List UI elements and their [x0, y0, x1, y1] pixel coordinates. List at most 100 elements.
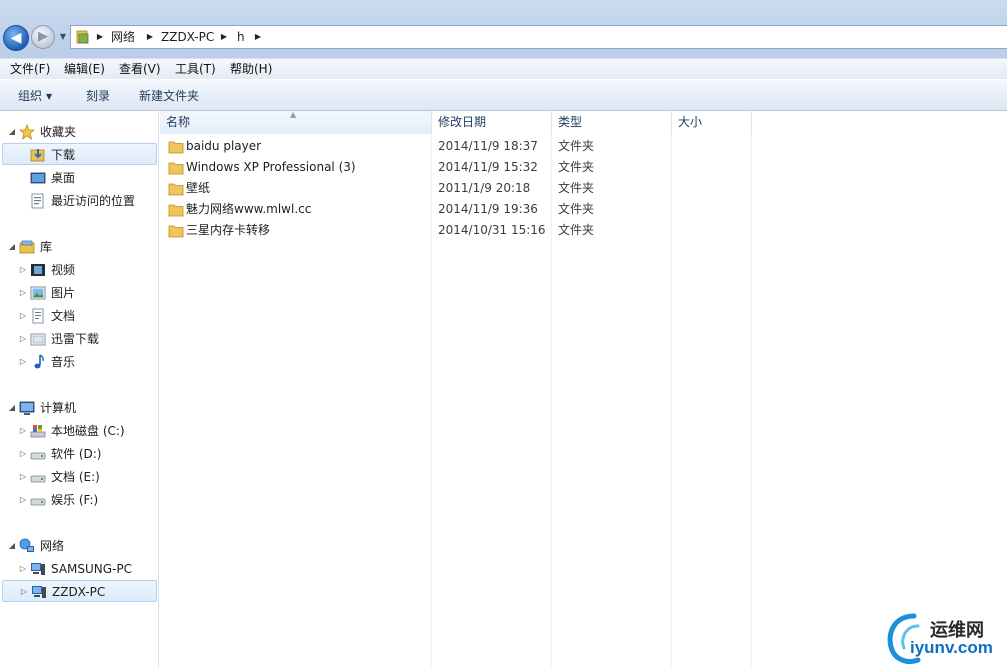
- desktop-icon: [30, 172, 46, 184]
- file-name: 壁纸: [186, 181, 211, 195]
- file-row[interactable]: baidu player 2014/11/9 18:37 文件夹: [160, 136, 1007, 157]
- menu-help[interactable]: 帮助(H): [230, 61, 272, 78]
- breadcrumb-folder[interactable]: h: [237, 29, 245, 45]
- organize-button[interactable]: 组织 ▼: [18, 88, 52, 104]
- system-drive-icon: [30, 425, 46, 438]
- nav-item-drive-e[interactable]: ▷ 文档 (E:): [0, 466, 158, 488]
- breadcrumb-network[interactable]: 网络: [111, 29, 135, 45]
- nav-favorites[interactable]: ◢ 收藏夹: [0, 121, 158, 143]
- expand-arrow-icon[interactable]: ▷: [18, 351, 28, 373]
- back-arrow-icon: ◀: [10, 30, 22, 46]
- computer-icon: [19, 401, 35, 415]
- nav-item-music[interactable]: ▷ 音乐: [0, 351, 158, 373]
- nav-item-drive-f[interactable]: ▷ 娱乐 (F:): [0, 489, 158, 511]
- file-name: Windows XP Professional (3): [186, 160, 356, 174]
- expand-arrow-icon[interactable]: ▷: [18, 328, 28, 350]
- nav-item-pictures[interactable]: ▷ 图片: [0, 282, 158, 304]
- download-folder-icon: [30, 149, 45, 162]
- watermark-logo: 运维网 iyunv.com: [880, 610, 1007, 668]
- navigation-pane[interactable]: ◢ 收藏夹 下载 桌面 最近访问的位置 ◢ 库 ▷ 视频 ▷ 图片 ▷ 文档 ▷…: [0, 111, 159, 668]
- forward-button[interactable]: ▶: [31, 25, 55, 49]
- breadcrumb-separator-icon[interactable]: ▶: [95, 30, 105, 44]
- network-folder-icon: [76, 30, 89, 44]
- expand-arrow-icon[interactable]: ▷: [18, 282, 28, 304]
- menu-view[interactable]: 查看(V): [119, 61, 161, 78]
- breadcrumb-separator-icon[interactable]: ▶: [219, 30, 229, 44]
- collapse-arrow-icon[interactable]: ◢: [7, 397, 17, 419]
- breadcrumb-separator-icon[interactable]: ▶: [145, 30, 155, 44]
- recent-places-icon: [31, 193, 44, 209]
- recent-pages-dropdown[interactable]: ▼: [58, 31, 68, 43]
- file-date: 2011/1/9 20:18: [438, 181, 531, 195]
- nav-item-videos[interactable]: ▷ 视频: [0, 259, 158, 281]
- nav-item-documents[interactable]: ▷ 文档: [0, 305, 158, 327]
- file-name: baidu player: [186, 139, 262, 153]
- collapse-arrow-icon[interactable]: ◢: [7, 121, 17, 143]
- file-type: 文件夹: [558, 160, 595, 174]
- expand-arrow-icon[interactable]: ▷: [18, 420, 28, 442]
- library-folder-icon: [30, 333, 46, 346]
- star-icon: [19, 124, 35, 140]
- nav-item-desktop[interactable]: 桌面: [0, 167, 158, 189]
- nav-network[interactable]: ◢ 网络: [0, 535, 158, 557]
- burn-button[interactable]: 刻录: [86, 88, 110, 104]
- watermark-url: iyunv.com: [910, 638, 993, 657]
- file-type: 文件夹: [558, 181, 595, 195]
- menu-file[interactable]: 文件(F): [10, 61, 50, 78]
- file-date: 2014/11/9 15:32: [438, 160, 538, 174]
- nav-item-recent-places[interactable]: 最近访问的位置: [0, 190, 158, 212]
- file-name: 魅力网络www.mlwl.cc: [186, 202, 312, 216]
- title-bar: ◀ ▶ ▼ ▶ 网络 ▶ ZZDX-PC ▶ h ▶: [0, 0, 1007, 58]
- file-date: 2014/11/9 18:37: [438, 139, 538, 153]
- music-icon: [34, 354, 44, 369]
- folder-icon: [168, 204, 184, 217]
- nav-item-zzdx-pc[interactable]: ▷ ZZDX-PC: [2, 580, 157, 602]
- video-icon: [31, 264, 45, 276]
- column-header-date[interactable]: 修改日期: [432, 111, 552, 134]
- back-button[interactable]: ◀: [3, 25, 29, 51]
- folder-icon: [168, 183, 184, 196]
- sort-ascending-icon: ▲: [290, 110, 297, 119]
- expand-arrow-icon[interactable]: ▷: [18, 466, 28, 488]
- file-type: 文件夹: [558, 202, 595, 216]
- nav-libraries[interactable]: ◢ 库: [0, 236, 158, 258]
- file-name: 三星内存卡转移: [186, 223, 271, 237]
- collapse-arrow-icon[interactable]: ◢: [7, 535, 17, 557]
- expand-arrow-icon[interactable]: ▷: [18, 443, 28, 465]
- expand-arrow-icon[interactable]: ▷: [18, 489, 28, 511]
- breadcrumb-computer[interactable]: ZZDX-PC: [161, 29, 214, 45]
- breadcrumb-separator-icon[interactable]: ▶: [253, 30, 263, 44]
- folder-icon: [168, 141, 184, 154]
- library-icon: [19, 240, 35, 254]
- nav-item-samsung-pc[interactable]: ▷ SAMSUNG-PC: [0, 558, 158, 580]
- forward-arrow-icon: ▶: [38, 29, 48, 44]
- column-header-type[interactable]: 类型: [552, 111, 672, 134]
- nav-computer[interactable]: ◢ 计算机: [0, 397, 158, 419]
- menu-edit[interactable]: 编辑(E): [64, 61, 105, 78]
- file-list[interactable]: ▲ 名称 修改日期 类型 大小 baidu player 2014/11/9 1…: [160, 110, 1007, 668]
- file-row[interactable]: 壁纸 2011/1/9 20:18 文件夹: [160, 178, 1007, 199]
- column-header-size[interactable]: 大小: [672, 111, 752, 134]
- collapse-arrow-icon[interactable]: ◢: [7, 236, 17, 258]
- address-bar[interactable]: ▶ 网络 ▶ ZZDX-PC ▶ h ▶: [70, 25, 1007, 49]
- new-folder-button[interactable]: 新建文件夹: [139, 88, 199, 104]
- file-type: 文件夹: [558, 139, 595, 153]
- expand-arrow-icon[interactable]: ▷: [18, 558, 28, 580]
- file-row[interactable]: 三星内存卡转移 2014/10/31 15:16 文件夹: [160, 220, 1007, 241]
- file-row[interactable]: Windows XP Professional (3) 2014/11/9 15…: [160, 157, 1007, 178]
- nav-item-downloads[interactable]: 下载: [2, 143, 157, 165]
- nav-item-drive-c[interactable]: ▷ 本地磁盘 (C:): [0, 420, 158, 442]
- expand-arrow-icon[interactable]: ▷: [19, 581, 29, 603]
- file-type: 文件夹: [558, 223, 595, 237]
- command-toolbar: 组织 ▼ 刻录 新建文件夹: [0, 79, 1007, 111]
- nav-item-thunder-downloads[interactable]: ▷ 迅雷下载: [0, 328, 158, 350]
- expand-arrow-icon[interactable]: ▷: [18, 305, 28, 327]
- nav-item-drive-d[interactable]: ▷ 软件 (D:): [0, 443, 158, 465]
- file-row[interactable]: 魅力网络www.mlwl.cc 2014/11/9 19:36 文件夹: [160, 199, 1007, 220]
- column-header-name[interactable]: ▲ 名称: [160, 110, 432, 134]
- menu-tools[interactable]: 工具(T): [175, 61, 216, 78]
- chevron-down-icon: ▼: [46, 92, 53, 101]
- drive-icon: [30, 498, 46, 506]
- network-computer-icon: [32, 586, 46, 598]
- expand-arrow-icon[interactable]: ▷: [18, 259, 28, 281]
